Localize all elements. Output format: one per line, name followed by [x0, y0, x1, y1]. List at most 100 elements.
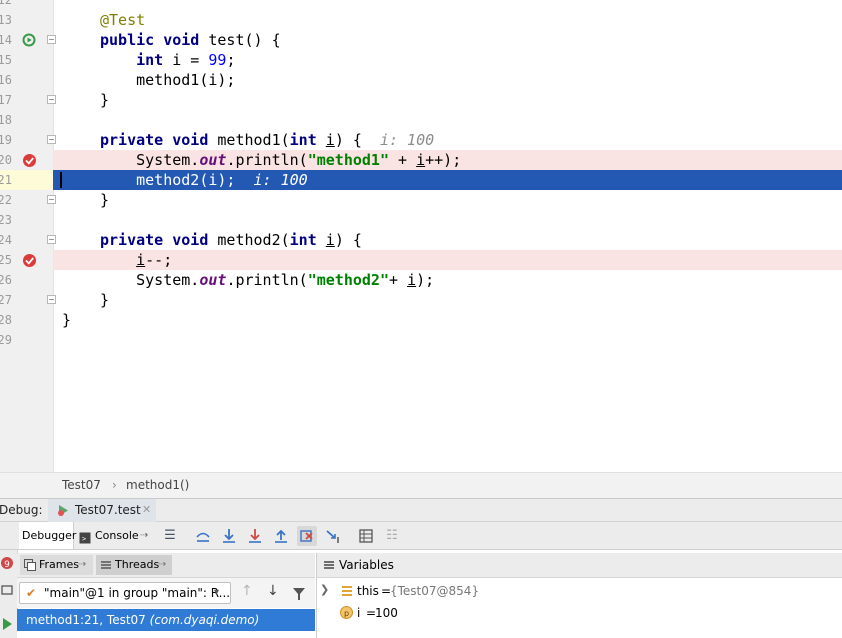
code-text: int i = 99;: [136, 51, 236, 69]
frames-icon: [24, 559, 36, 571]
code-line[interactable]: 24 private void method2(int i) {: [0, 230, 842, 250]
run-test-icon[interactable]: [22, 33, 37, 48]
code-line[interactable]: 13 @Test: [0, 10, 842, 30]
line-number: 13: [0, 13, 12, 27]
frame-location: method1:21, Test07: [26, 613, 146, 627]
variable-name: i: [357, 606, 361, 620]
thread-selector-value: "main"@1 in group "main": R...: [44, 586, 231, 600]
line-number: 29: [0, 333, 12, 347]
previous-frame-icon[interactable]: ↑: [241, 583, 253, 599]
code-text: private void method1(int i) { i: 100: [100, 131, 435, 149]
threads-icon: [100, 559, 112, 571]
line-number: 24: [0, 233, 12, 247]
fold-marker-icon[interactable]: [47, 295, 56, 304]
debugger-toolbar: Debugger > Console ⇢ ☰ ☷: [0, 522, 842, 550]
pin-frames-icon[interactable]: ⇢: [78, 555, 86, 575]
breadcrumb-separator: ›: [112, 478, 117, 492]
chevron-right-icon[interactable]: ❯: [320, 583, 329, 596]
code-line[interactable]: 17}: [0, 90, 842, 110]
stack-frame-row[interactable]: method1:21, Test07 (com.dyaqi.demo): [17, 609, 315, 631]
line-number: 19: [0, 133, 12, 147]
next-frame-icon[interactable]: ↓: [267, 583, 279, 599]
code-line[interactable]: 16 method1(i);: [0, 70, 842, 90]
fold-marker-icon[interactable]: [47, 95, 56, 104]
force-step-into-icon[interactable]: [245, 526, 265, 546]
code-text: @Test: [100, 11, 146, 29]
settings-icon[interactable]: [0, 582, 14, 596]
step-into-icon[interactable]: [219, 526, 239, 546]
svg-text:>: >: [82, 535, 86, 543]
code-line[interactable]: 19 private void method1(int i) { i: 100: [0, 130, 842, 150]
line-number: 16: [0, 73, 12, 87]
step-out-icon[interactable]: [271, 526, 291, 546]
code-line[interactable]: 12: [0, 0, 842, 10]
code-line[interactable]: 26 System.out.println("method2"+ i);: [0, 270, 842, 290]
drop-frame-icon[interactable]: [297, 526, 317, 546]
variable-value: 100: [375, 606, 398, 620]
object-icon: [341, 585, 353, 597]
code-line[interactable]: 18: [0, 110, 842, 130]
tab-threads[interactable]: Threads ⇢: [96, 555, 172, 575]
code-line[interactable]: 23: [0, 210, 842, 230]
code-line[interactable]: 29: [0, 330, 842, 350]
check-icon: ✔: [26, 586, 37, 600]
code-editor[interactable]: 12 13 @Test 14 public void test() {15 int i …: [0, 0, 842, 472]
fold-marker-icon[interactable]: [47, 135, 56, 144]
fold-marker-icon[interactable]: [47, 35, 56, 44]
code-line[interactable]: 15 int i = 99;: [0, 50, 842, 70]
pin-threads-icon[interactable]: ⇢: [158, 555, 166, 575]
variable-row[interactable]: p i = 100: [317, 603, 842, 623]
code-line[interactable]: 14 public void test() {: [0, 30, 842, 50]
debug-session-tab[interactable]: Test07.test ✕: [48, 499, 156, 522]
thread-selector[interactable]: ✔ "main"@1 in group "main": R... ▾: [19, 582, 231, 604]
code-line[interactable]: 20 System.out.println("method1" + i++);: [0, 150, 842, 170]
breadcrumb: Test07 › method1(): [0, 472, 842, 498]
tab-frames[interactable]: Frames ⇢: [20, 555, 93, 575]
breadcrumb-method[interactable]: method1(): [126, 473, 189, 497]
frame-package: (com.dyaqi.demo): [149, 613, 260, 627]
code-text: }: [100, 91, 110, 109]
variable-name: this: [357, 584, 379, 598]
code-line[interactable]: 21 method2(i); i: 100: [0, 170, 842, 190]
code-line[interactable]: 28}: [0, 310, 842, 330]
variable-row[interactable]: ❯ this = {Test07@854}: [317, 581, 842, 601]
tab-debugger[interactable]: Debugger: [19, 522, 76, 549]
breadcrumb-class[interactable]: Test07: [62, 473, 101, 497]
filter-icon[interactable]: [292, 586, 306, 600]
debug-session-tab-label: Test07.test: [75, 503, 141, 517]
variable-value: {Test07@854}: [390, 584, 480, 598]
stop-icon[interactable]: 9: [0, 555, 14, 570]
code-line[interactable]: 27}: [0, 290, 842, 310]
line-number: 28: [0, 313, 12, 327]
code-text: i--;: [136, 251, 173, 269]
tab-console[interactable]: > Console ⇢: [76, 522, 156, 549]
primitive-icon: p: [340, 606, 353, 619]
thread-selector-row: ✔ "main"@1 in group "main": R... ▾ ↑ ↓: [17, 578, 315, 608]
line-number: 25: [0, 253, 12, 267]
svg-text:9: 9: [4, 560, 10, 570]
resume-icon[interactable]: [0, 616, 14, 630]
evaluate-expression-icon[interactable]: [356, 526, 376, 546]
line-number: 21: [0, 173, 12, 187]
fold-marker-icon[interactable]: [47, 235, 56, 244]
menu-icon[interactable]: ☰: [160, 526, 180, 546]
code-text: private void method2(int i) {: [100, 231, 362, 249]
console-icon: >: [79, 529, 91, 544]
code-text: }: [62, 311, 72, 329]
code-text: public void test() {: [100, 31, 281, 49]
code-line[interactable]: 22}: [0, 190, 842, 210]
breakpoint-icon[interactable]: [22, 253, 37, 268]
breakpoint-icon[interactable]: [22, 153, 37, 168]
code-text: System.out.println("method2"+ i);: [100, 271, 435, 289]
trace-icon[interactable]: ☷: [382, 526, 402, 546]
line-number: 23: [0, 213, 12, 227]
run-to-cursor-icon[interactable]: [323, 526, 343, 546]
close-icon[interactable]: ✕: [142, 499, 151, 521]
text-caret: [60, 172, 62, 188]
variables-title: Variables: [339, 558, 394, 572]
show-execution-point-icon[interactable]: [193, 526, 213, 546]
pin-tab-icon[interactable]: ⇢: [140, 522, 148, 550]
chevron-down-icon: ▾: [214, 587, 220, 598]
code-line[interactable]: 25 i--;: [0, 250, 842, 270]
fold-marker-icon[interactable]: [47, 195, 56, 204]
